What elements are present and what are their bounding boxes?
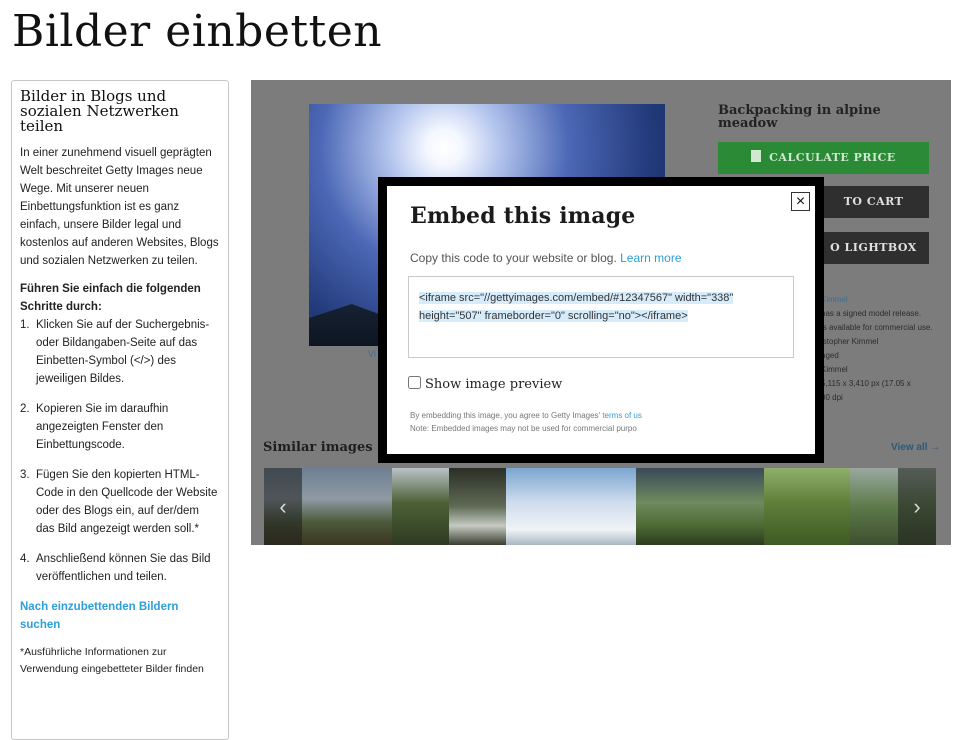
step-text: Klicken Sie auf der Suchergebnis- oder B… [36, 319, 210, 385]
steps-title: Führen Sie einfach die folgenden Schritt… [20, 283, 201, 313]
photographer-link[interactable]: Kimmel [821, 293, 941, 307]
terms-of-use-link[interactable]: terms of us [602, 411, 642, 420]
model-release-text: has a signed model release. [821, 309, 922, 318]
sidebar: Bilder in Blogs und sozialen Netzwerken … [11, 80, 229, 740]
search-embed-images-link[interactable]: Nach einzubettenden Bildern suchen [20, 598, 220, 634]
chevron-right-icon: › [913, 494, 921, 519]
step-item: 4. Anschließend können Sie das Bild veröf… [20, 550, 220, 586]
step-item: 1. Klicken Sie auf der Suchergebnis- oder… [20, 316, 220, 388]
sidebar-footnote: *Ausführliche Informationen zur Verwendu… [20, 646, 204, 675]
sidebar-intro: In einer zunehmend visuell geprägten Wel… [20, 147, 219, 267]
step-item: 2. Kopieren Sie im daraufhin angezeigten … [20, 400, 220, 454]
sidebar-heading: Bilder in Blogs und sozialen Netzwerken … [20, 87, 179, 135]
credit-text: istopher Kimmel [821, 337, 879, 346]
modal-title: Embed this image [410, 203, 636, 229]
close-modal-button[interactable]: × [791, 192, 810, 211]
step-number: 4. [20, 553, 30, 565]
show-preview-label: Show image preview [425, 377, 563, 392]
embed-image-modal: × Embed this image Copy this code to you… [378, 177, 824, 463]
managed-text: aged [821, 351, 839, 360]
similar-image-thumb[interactable] [449, 468, 506, 545]
legal-line-2: Note: Embedded images may not be used fo… [410, 424, 637, 433]
step-text: Fügen Sie den kopierten HTML-Code in den… [36, 469, 218, 535]
close-icon: × [795, 192, 806, 210]
step-text: Anschließend können Sie das Bild veröffe… [36, 553, 211, 583]
dimensions-text: 5,115 x 3,410 px (17.05 x [821, 379, 911, 388]
legal-line-1: By embedding this image, you agree to Ge… [410, 411, 601, 420]
similar-image-thumb[interactable] [392, 468, 449, 545]
modal-intro-text: Copy this code to your website or blog. [410, 251, 617, 265]
show-preview-checkbox[interactable] [408, 376, 421, 389]
collection-text: Kimmel [821, 365, 848, 374]
dpi-text: 00 dpi [821, 393, 843, 402]
carousel-prev-button[interactable]: ‹ [264, 468, 302, 545]
calculator-icon [751, 150, 762, 162]
similar-image-thumb[interactable] [506, 468, 636, 545]
view-all-link[interactable]: View all → [891, 442, 940, 453]
modal-intro: Copy this code to your website or blog. … [410, 251, 682, 265]
embed-code-line: <iframe src="//gettyimages.com/embed/#12… [419, 292, 734, 304]
similar-images-title: Similar images [263, 440, 373, 455]
chevron-left-icon: ‹ [279, 494, 287, 519]
commercial-use-text: is available for commercial use. [821, 323, 933, 332]
step-item: 3. Fügen Sie den kopierten HTML-Code in d… [20, 466, 220, 538]
embed-code-line: height="507" frameborder="0" scrolling="… [419, 310, 688, 322]
steps-list: 1. Klicken Sie auf der Suchergebnis- oder… [20, 316, 220, 586]
image-details: Kimmel has a signed model release. is av… [821, 293, 941, 405]
similar-image-thumb[interactable] [636, 468, 764, 545]
learn-more-link[interactable]: Learn more [620, 251, 681, 265]
step-number: 3. [20, 469, 30, 481]
page-title: Bilder einbetten [12, 6, 383, 57]
calculate-price-label: Calculate price [769, 151, 896, 164]
view-link[interactable]: Vi [368, 349, 376, 359]
similar-images-strip [264, 468, 936, 545]
step-number: 1. [20, 319, 30, 331]
step-text: Kopieren Sie im daraufhin angezeigten Fe… [36, 403, 169, 451]
step-number: 2. [20, 403, 30, 415]
image-title: Backpacking in alpine meadow [718, 103, 881, 131]
carousel-next-button[interactable]: › [898, 468, 936, 545]
embed-code-textarea[interactable]: <iframe src="//gettyimages.com/embed/#12… [408, 276, 794, 358]
show-preview-option[interactable]: Show image preview [408, 376, 562, 392]
legal-text: By embedding this image, you agree to Ge… [410, 409, 672, 435]
similar-image-thumb[interactable] [764, 468, 850, 545]
calculate-price-button[interactable]: Calculate price [718, 142, 929, 174]
